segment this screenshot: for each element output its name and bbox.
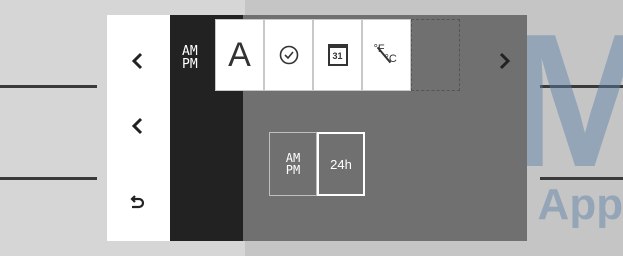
divider-line bbox=[0, 177, 97, 180]
calendar-button[interactable]: 31 bbox=[313, 19, 362, 91]
chevron-left-button[interactable] bbox=[107, 101, 167, 151]
chevron-left-icon bbox=[131, 52, 143, 70]
clock-button[interactable] bbox=[264, 19, 313, 91]
back-button[interactable] bbox=[107, 178, 167, 228]
24h-format-button[interactable]: 24h bbox=[317, 132, 365, 196]
empty-icon-slot[interactable] bbox=[411, 19, 460, 91]
chevron-left-button[interactable] bbox=[107, 36, 167, 86]
temperature-unit-icon: °F °C bbox=[374, 43, 400, 67]
24h-format-label: 24h bbox=[330, 156, 352, 172]
settings-panel: AM PM A 31 °F °C bbox=[107, 15, 527, 241]
calendar-day: 31 bbox=[332, 51, 343, 61]
temperature-unit-button[interactable]: °F °C bbox=[362, 19, 411, 91]
clock-icon bbox=[279, 45, 298, 65]
ampm-line: PM bbox=[182, 57, 198, 72]
icon-toolbar: A 31 °F °C bbox=[215, 19, 465, 93]
ampm-line: PM bbox=[285, 163, 301, 177]
chevron-left-icon bbox=[131, 117, 143, 135]
divider-line bbox=[0, 85, 97, 88]
celsius-label: °C bbox=[384, 53, 397, 65]
ampm-format-button[interactable]: AM PM bbox=[269, 132, 317, 196]
current-time-format: AM PM bbox=[182, 45, 198, 71]
calendar-icon: 31 bbox=[327, 44, 348, 66]
back-arrow-icon bbox=[130, 195, 145, 209]
chevron-right-button[interactable] bbox=[485, 36, 525, 86]
font-icon: A bbox=[228, 35, 251, 74]
chevron-right-icon bbox=[499, 52, 511, 70]
font-button[interactable]: A bbox=[215, 19, 264, 91]
ampm-format-label: AM PM bbox=[286, 152, 300, 176]
